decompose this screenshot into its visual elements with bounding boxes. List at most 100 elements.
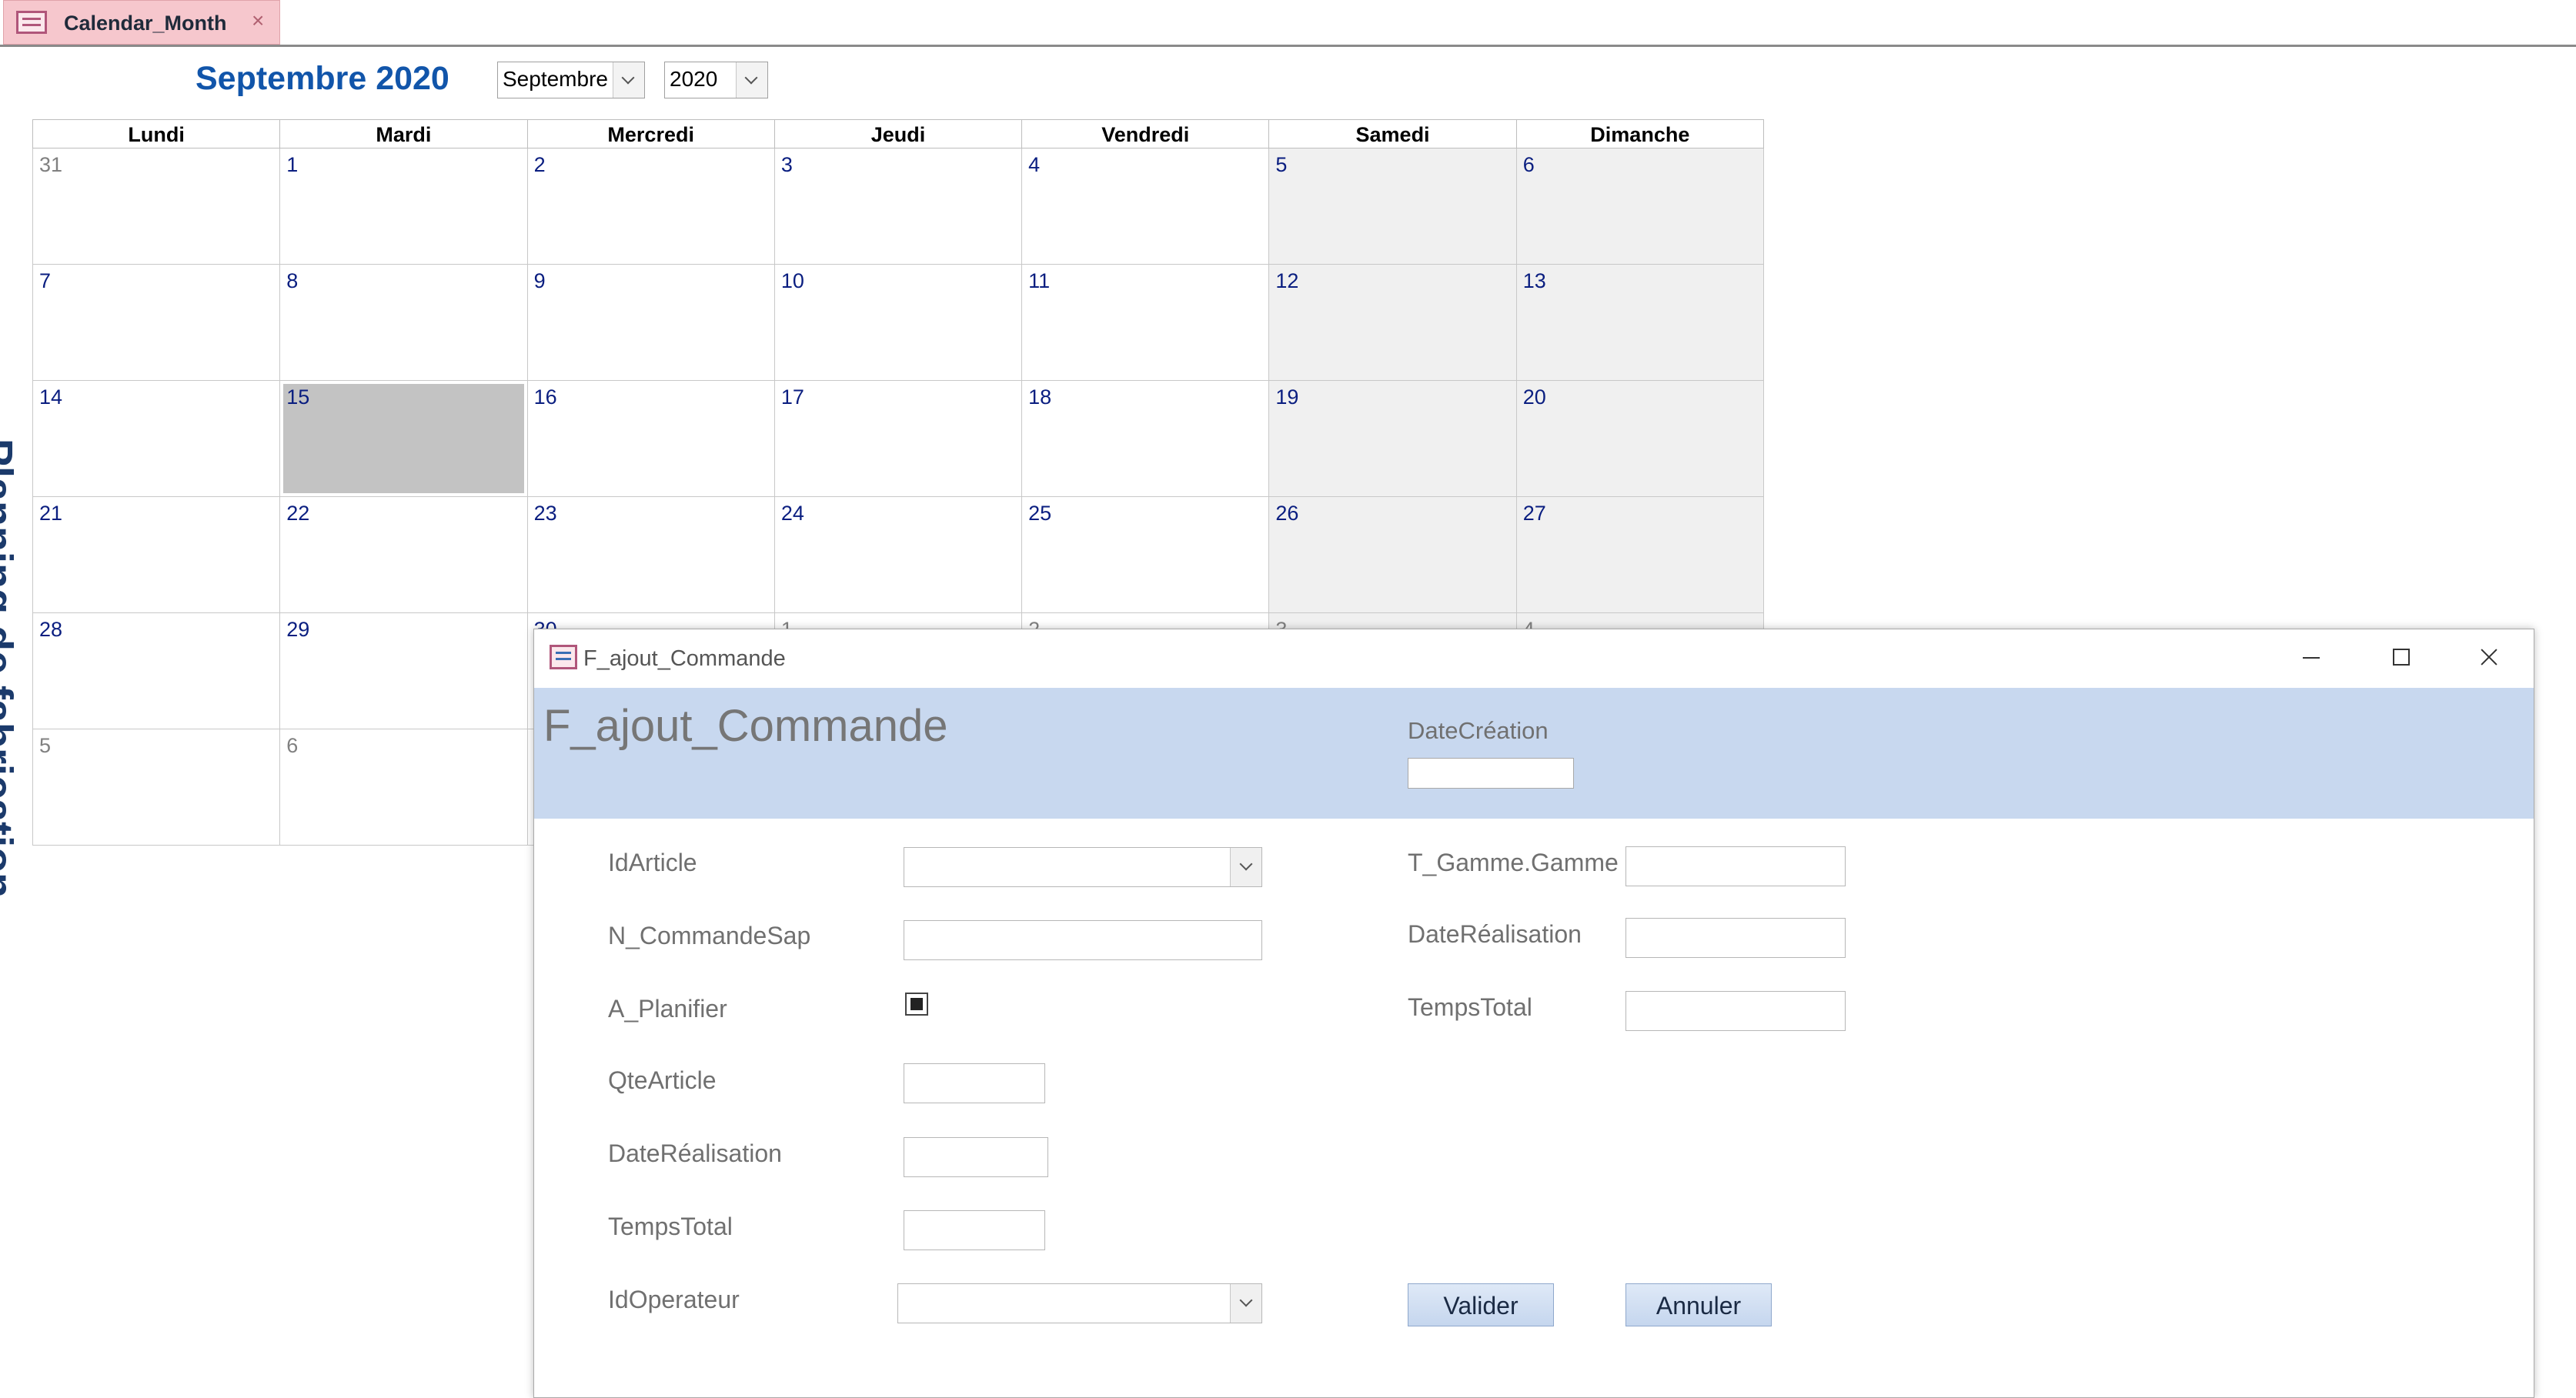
day-number: 19 [1275, 385, 1299, 409]
right-temps-total-field[interactable] [1625, 991, 1846, 1031]
side-vertical-title: Planning de fabrication [0, 439, 22, 1008]
day-number: 18 [1028, 385, 1052, 409]
right-date-realisation-field[interactable] [1625, 918, 1846, 958]
calendar-day-cell[interactable]: 1 [280, 148, 528, 265]
calendar-day-cell[interactable]: 16 [527, 381, 775, 497]
calendar-week: 14 15 16 17 18 19 20 [32, 381, 1764, 497]
window-titlebar[interactable]: F_ajout_Commande [534, 629, 2534, 688]
calendar-day-cell[interactable]: 23 [527, 497, 775, 613]
calendar-day-cell[interactable]: 12 [1269, 265, 1517, 381]
calendar-day-cell[interactable]: 26 [1269, 497, 1517, 613]
a-planifier-label: A_Planifier [608, 995, 727, 1023]
id-article-dropdown[interactable] [904, 847, 1262, 887]
temps-total-field[interactable] [904, 1210, 1045, 1250]
day-number: 20 [1522, 385, 1546, 409]
date-creation-field[interactable] [1408, 758, 1574, 789]
maximize-icon[interactable] [2380, 640, 2423, 674]
day-number: 6 [1522, 153, 1535, 176]
n-commande-sap-label: N_CommandeSap [608, 922, 811, 949]
tab-close-icon[interactable]: × [252, 8, 264, 33]
calendar-day-cell[interactable]: 5 [32, 729, 281, 846]
id-operateur-label: IdOperateur [608, 1286, 740, 1313]
calendar-day-cell[interactable]: 19 [1269, 381, 1517, 497]
month-select-value: Septembre [503, 67, 608, 91]
day-number: 27 [1522, 502, 1546, 525]
day-number: 24 [780, 502, 804, 525]
calendar-day-cell[interactable]: 21 [32, 497, 281, 613]
form-header: F_ajout_Commande DateCréation [534, 688, 2534, 819]
day-number: 25 [1028, 502, 1052, 525]
validate-button[interactable]: Valider [1408, 1283, 1554, 1326]
id-operateur-dropdown[interactable] [897, 1283, 1262, 1323]
date-realisation-field[interactable] [904, 1137, 1048, 1177]
calendar-day-cell[interactable]: 5 [1269, 148, 1517, 265]
temps-total-label: TempsTotal [608, 1213, 733, 1240]
calendar-day-cell[interactable]: 15 [280, 381, 528, 497]
calendar-day-cell[interactable]: 17 [774, 381, 1023, 497]
calendar-day-cell[interactable]: 18 [1022, 381, 1270, 497]
year-select[interactable]: 2020 [664, 62, 768, 98]
weekday-label: Mercredi [528, 120, 775, 148]
day-number: 8 [286, 269, 299, 292]
year-select-value: 2020 [670, 67, 718, 91]
day-number: 7 [39, 269, 52, 292]
chevron-down-icon[interactable] [736, 62, 767, 98]
calendar-day-cell[interactable]: 10 [774, 265, 1023, 381]
calendar-day-cell[interactable]: 24 [774, 497, 1023, 613]
calendar-day-cell[interactable]: 4 [1022, 148, 1270, 265]
calendar-day-cell[interactable]: 2 [527, 148, 775, 265]
qte-article-field[interactable] [904, 1063, 1045, 1103]
calendar-day-cell[interactable]: 7 [32, 265, 281, 381]
minimize-icon[interactable] [2290, 640, 2334, 674]
cancel-button[interactable]: Annuler [1625, 1283, 1772, 1326]
qte-article-label: QteArticle [608, 1066, 717, 1094]
calendar-day-cell[interactable]: 6 [280, 729, 528, 846]
calendar-week: 21 22 23 24 25 26 27 [32, 497, 1764, 613]
day-number: 1 [286, 153, 299, 176]
day-number: 11 [1028, 269, 1051, 292]
day-number: 16 [533, 385, 557, 409]
document-tab-bar: Calendar_Month × [0, 0, 2576, 47]
right-date-realisation-label: DateRéalisation [1408, 920, 1582, 948]
calendar-day-cell[interactable]: 9 [527, 265, 775, 381]
calendar-day-cell[interactable]: 22 [280, 497, 528, 613]
calendar-day-cell[interactable]: 8 [280, 265, 528, 381]
tab-calendar-month[interactable]: Calendar_Month × [3, 0, 280, 45]
gamme-label: T_Gamme.Gamme [1408, 849, 1619, 876]
day-number: 22 [286, 502, 310, 525]
day-number: 31 [39, 153, 63, 176]
chevron-down-icon[interactable] [1230, 1284, 1261, 1323]
a-planifier-checkbox[interactable] [905, 993, 928, 1016]
gamme-field[interactable] [1625, 846, 1846, 886]
calendar-day-cell[interactable]: 28 [32, 613, 281, 729]
calendar-day-cell[interactable]: 31 [32, 148, 281, 265]
day-number: 15 [286, 385, 310, 409]
n-commande-sap-field[interactable] [904, 920, 1262, 960]
calendar-day-cell[interactable]: 29 [280, 613, 528, 729]
close-icon[interactable] [2467, 640, 2511, 674]
calendar-day-cell[interactable]: 27 [1516, 497, 1764, 613]
weekday-label: Lundi [33, 120, 281, 148]
month-select[interactable]: Septembre [497, 62, 645, 98]
calendar-day-cell[interactable]: 25 [1022, 497, 1270, 613]
day-number: 9 [533, 269, 546, 292]
calendar-day-cell[interactable]: 6 [1516, 148, 1764, 265]
calendar-week: 31 1 2 3 4 5 6 [32, 148, 1764, 265]
calendar-day-cell[interactable]: 3 [774, 148, 1023, 265]
calendar-day-cell[interactable]: 20 [1516, 381, 1764, 497]
selected-day-highlight [283, 384, 524, 493]
day-number: 13 [1522, 269, 1546, 292]
day-number: 28 [39, 618, 63, 641]
calendar-day-cell[interactable]: 14 [32, 381, 281, 497]
day-number: 3 [780, 153, 793, 176]
calendar-day-cell[interactable]: 11 [1022, 265, 1270, 381]
weekday-label: Dimanche [1590, 123, 1690, 146]
weekday-label: Jeudi [775, 120, 1023, 148]
tab-label: Calendar_Month [64, 12, 227, 35]
calendar-day-cell[interactable]: 13 [1516, 265, 1764, 381]
weekday-label: Samedi [1269, 120, 1517, 148]
weekday-label: Mardi [280, 120, 528, 148]
chevron-down-icon[interactable] [1230, 848, 1261, 886]
chevron-down-icon[interactable] [613, 62, 644, 98]
day-number: 4 [1028, 153, 1041, 176]
